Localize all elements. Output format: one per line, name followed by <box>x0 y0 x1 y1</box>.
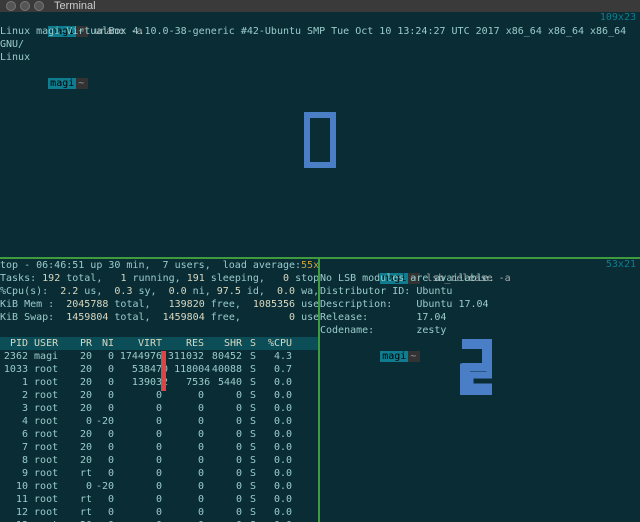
table-row: 11 rootrt0000 S0.0 <box>0 493 318 506</box>
tmux-pane-lsb[interactable]: 53x21 magi~ lsb_release -a No LSB module… <box>320 259 640 522</box>
pane-dimensions: 109x23 <box>600 12 636 23</box>
top-swap: KiB Swap: 1459804 total, 1459804 free, 0… <box>0 311 318 324</box>
top-mem: KiB Mem : 2045788 total, 139820 free, 10… <box>0 298 318 311</box>
top-process-list: 2362 magi200174497631103280452 S4.31033 … <box>0 350 318 522</box>
table-row: 3 root200000 S0.0 <box>0 402 318 415</box>
output-line: No LSB modules are available. <box>320 272 640 285</box>
lsb-output: No LSB modules are available.Distributor… <box>320 272 640 337</box>
prompt-user: magi <box>380 351 408 362</box>
top-header-row: PID USERPRNIVIRTRESSHR S%CPU <box>0 337 318 350</box>
top-uptime: top - 06:46:51 up 30 min, 7 users, load … <box>0 260 301 271</box>
tmux-bottom-row: top - 06:46:51 up 30 min, 7 users, load … <box>0 259 640 522</box>
minimize-icon[interactable] <box>20 1 30 11</box>
table-row: 10 root0-20000 S0.0 <box>0 480 318 493</box>
output-line: Description: Ubuntu 17.04 <box>320 298 640 311</box>
terminal-window: Terminal 109x23 magi~ uname -a Linux mag… <box>0 0 640 522</box>
prompt-path: ~ <box>76 78 88 89</box>
tmux-pane-number-0 <box>304 112 336 168</box>
table-row: 9 rootrt0000 S0.0 <box>0 467 318 480</box>
table-row: 1 root200139032 75365440 S0.0 <box>0 376 318 389</box>
titlebar[interactable]: Terminal <box>0 0 640 12</box>
terminal-body[interactable]: 109x23 magi~ uname -a Linux magi-Virtual… <box>0 12 640 522</box>
output-line: Distributor ID: Ubuntu <box>320 285 640 298</box>
close-icon[interactable] <box>6 1 16 11</box>
tmux-pane-top[interactable]: 109x23 magi~ uname -a Linux magi-Virtual… <box>0 12 640 259</box>
table-row: 1033 root200538470 11800440088 S0.7 <box>0 363 318 376</box>
tmux-pane-number-2 <box>460 339 492 395</box>
window-title: Terminal <box>54 0 96 12</box>
maximize-icon[interactable] <box>34 1 44 11</box>
output-line: Release: 17.04 <box>320 311 640 324</box>
table-row: 2 root200000 S0.0 <box>0 389 318 402</box>
table-row: 8 root200000 S0.0 <box>0 454 318 467</box>
table-row: 4 root0-20000 S0.0 <box>0 415 318 428</box>
pane-dimensions: 53x21 <box>606 259 636 270</box>
top-cpu: %Cpu(s): 2.2 us, 0.3 sy, 0.0 ni, 97.5 id… <box>0 285 318 298</box>
table-row: 6 root200000 S0.0 <box>0 428 318 441</box>
prompt-path: ~ <box>408 351 420 362</box>
table-row: 2362 magi200174497631103280452 S4.3 <box>0 350 318 363</box>
load-avg-hint: 55x21 <box>301 260 320 271</box>
output-line: Linux magi-VirtualBox 4.10.0-38-generic … <box>0 25 640 64</box>
tmux-pane-top-process[interactable]: top - 06:46:51 up 30 min, 7 users, load … <box>0 259 320 522</box>
prompt-user: magi <box>48 78 76 89</box>
table-row: 7 root200000 S0.0 <box>0 441 318 454</box>
top-tasks: Tasks: 192 total, 1 running, 191 sleepin… <box>0 272 318 285</box>
sort-column-indicator <box>161 351 166 391</box>
table-row: 12 rootrt0000 S0.0 <box>0 506 318 519</box>
output-line: Codename: zesty <box>320 324 640 337</box>
